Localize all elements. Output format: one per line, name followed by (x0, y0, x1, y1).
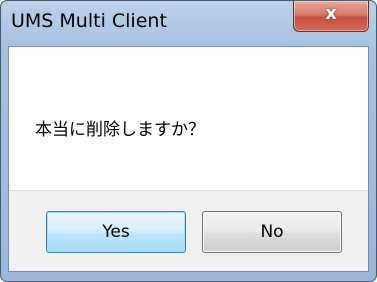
close-icon: x (325, 3, 337, 24)
confirmation-message: 本当に削除しますか？ (35, 120, 205, 140)
window-title: UMS Multi Client (11, 10, 167, 32)
title-bar[interactable]: UMS Multi Client x (1, 1, 376, 45)
dialog-window: UMS Multi Client x 本当に削除しますか？ Yes No (0, 0, 377, 282)
close-button[interactable]: x (293, 1, 369, 32)
button-bar: Yes No (9, 190, 368, 271)
yes-button[interactable]: Yes (46, 211, 186, 253)
no-button[interactable]: No (202, 211, 342, 253)
dialog-body: 本当に削除しますか？ Yes No (8, 46, 369, 272)
